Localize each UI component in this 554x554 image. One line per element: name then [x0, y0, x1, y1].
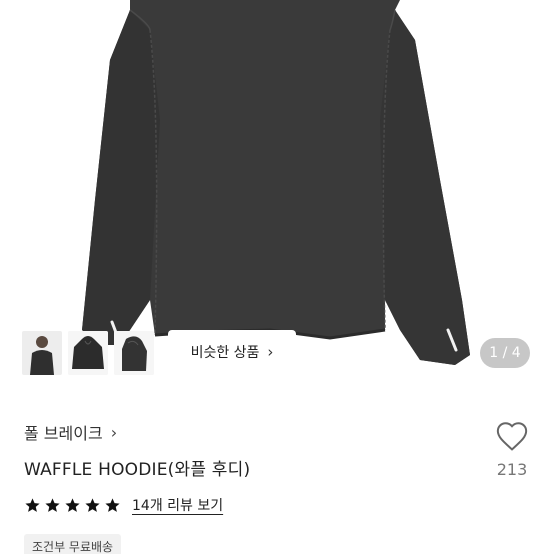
product-image-gallery[interactable]: 비슷한 상품 › 1 / 4 [0, 0, 554, 390]
star-rating [24, 497, 121, 514]
shipping-badge: 조건부 무료배송 [24, 534, 122, 554]
thumbnail-model-photo[interactable] [22, 331, 62, 375]
star-filled-icon [85, 497, 100, 512]
product-title: WAFFLE HOODIE(와플 후디) [24, 460, 251, 480]
star-filled-icon [105, 497, 120, 512]
rating-row: 14개 리뷰 보기 [24, 495, 223, 515]
chevron-right-icon: › [267, 343, 274, 361]
like-button[interactable]: 213 [488, 420, 536, 479]
heart-outline-icon [496, 422, 528, 451]
chevron-right-icon: › [110, 422, 118, 442]
star-filled-icon [45, 497, 60, 512]
thumbnail-hoodie-front[interactable] [68, 331, 108, 375]
thumbnail-strip [22, 331, 154, 375]
brand-link[interactable]: 폴 브레이크 › [24, 420, 117, 444]
similar-products-label: 비슷한 상품 [190, 345, 260, 361]
similar-products-button[interactable]: 비슷한 상품 › [168, 330, 296, 374]
star-filled-icon [65, 497, 80, 512]
star-filled-icon [25, 497, 40, 512]
thumbnail-hoodie-side[interactable] [114, 331, 154, 375]
image-page-indicator: 1 / 4 [480, 338, 530, 368]
view-reviews-link[interactable]: 14개 리뷰 보기 [132, 495, 223, 515]
like-count: 213 [496, 460, 528, 479]
brand-name: 폴 브레이크 [24, 424, 103, 443]
